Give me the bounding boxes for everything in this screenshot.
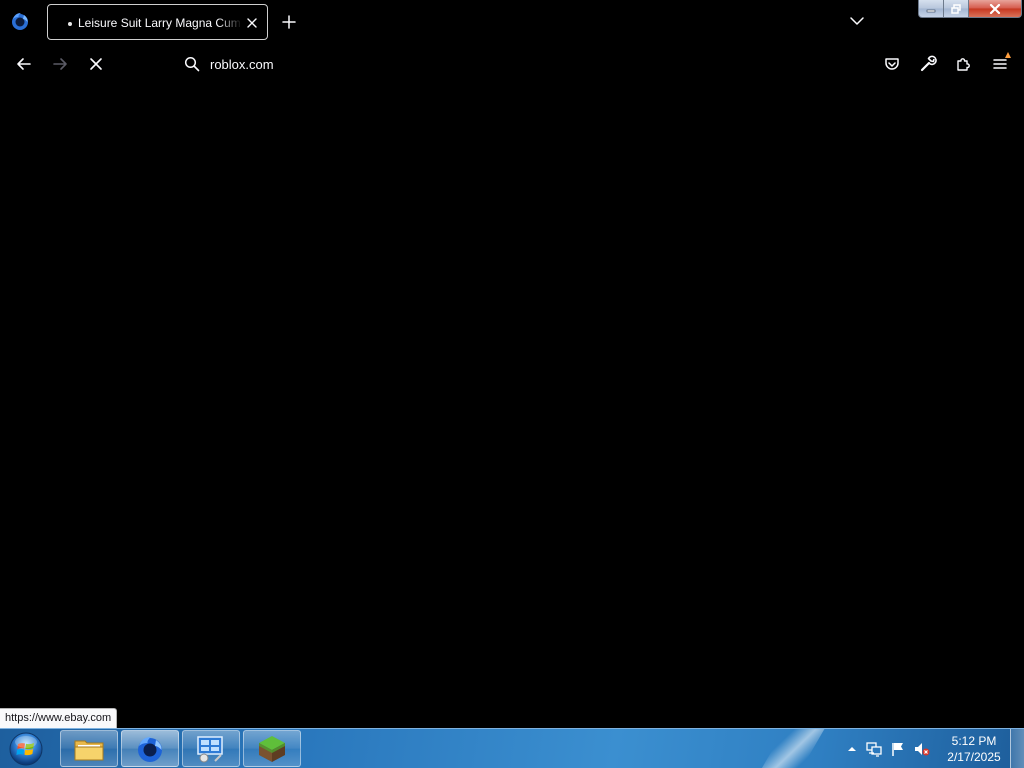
desktop-screen: Leisure Suit Larry Magna Cum Laude (0, 0, 1024, 768)
clock-date: 2/17/2025 (947, 750, 1001, 764)
pocket-icon[interactable] (883, 55, 901, 73)
start-button[interactable] (6, 731, 46, 767)
url-input[interactable] (210, 55, 850, 73)
tab-loading-dot-icon (68, 22, 72, 26)
taskbar: 5:12 PM 2/17/2025 (0, 728, 1024, 768)
volume-muted-icon[interactable] (914, 741, 930, 757)
extensions-puzzle-icon[interactable] (955, 55, 973, 73)
firefox-logo-icon[interactable] (10, 11, 30, 31)
address-bar[interactable] (176, 48, 866, 80)
network-icon[interactable] (866, 741, 882, 757)
close-tab-icon[interactable] (244, 15, 260, 31)
taskbar-clock[interactable]: 5:12 PM 2/17/2025 (938, 733, 1010, 765)
folder-icon (74, 740, 104, 760)
minimize-button[interactable] (918, 0, 944, 18)
show-hidden-icons-arrow-icon[interactable] (844, 741, 860, 757)
stop-loading-icon[interactable] (87, 55, 105, 73)
tab-active[interactable]: Leisure Suit Larry Magna Cum Laude (47, 4, 268, 40)
system-tray: 5:12 PM 2/17/2025 (838, 729, 1024, 768)
close-icon (989, 3, 1001, 14)
page-content[interactable] (0, 84, 1024, 728)
control-panel-icon (197, 735, 223, 762)
taskbar-control-panel-button[interactable] (182, 730, 240, 767)
back-arrow-icon[interactable] (15, 55, 33, 73)
navigation-toolbar (0, 44, 1024, 84)
update-badge-icon (1005, 52, 1011, 58)
search-icon (184, 56, 200, 72)
forward-arrow-icon (53, 58, 67, 70)
new-tab-plus-icon[interactable] (281, 14, 297, 30)
grass-block-icon (259, 735, 285, 762)
tab-title: Leisure Suit Larry Magna Cum Laude (78, 16, 242, 30)
taskbar-firefox-button[interactable] (121, 730, 179, 767)
taskbar-game-button[interactable] (243, 730, 301, 767)
action-center-flag-icon[interactable] (890, 741, 906, 757)
wrench-icon[interactable] (919, 55, 937, 73)
tab-strip: Leisure Suit Larry Magna Cum Laude (0, 0, 1024, 44)
window-controls (918, 0, 1022, 18)
clock-time: 5:12 PM (951, 734, 997, 748)
show-desktop-button[interactable] (1010, 729, 1024, 768)
restore-icon (951, 3, 961, 14)
taskbar-file-explorer-button[interactable] (60, 730, 118, 767)
link-status-tooltip: https://www.ebay.com (0, 708, 118, 728)
firefox-icon (138, 736, 162, 762)
minimize-icon (926, 9, 936, 12)
restore-button[interactable] (944, 0, 969, 18)
close-window-button[interactable] (969, 0, 1022, 18)
chevron-down-icon[interactable] (849, 13, 865, 29)
menu-button[interactable] (991, 52, 1011, 73)
